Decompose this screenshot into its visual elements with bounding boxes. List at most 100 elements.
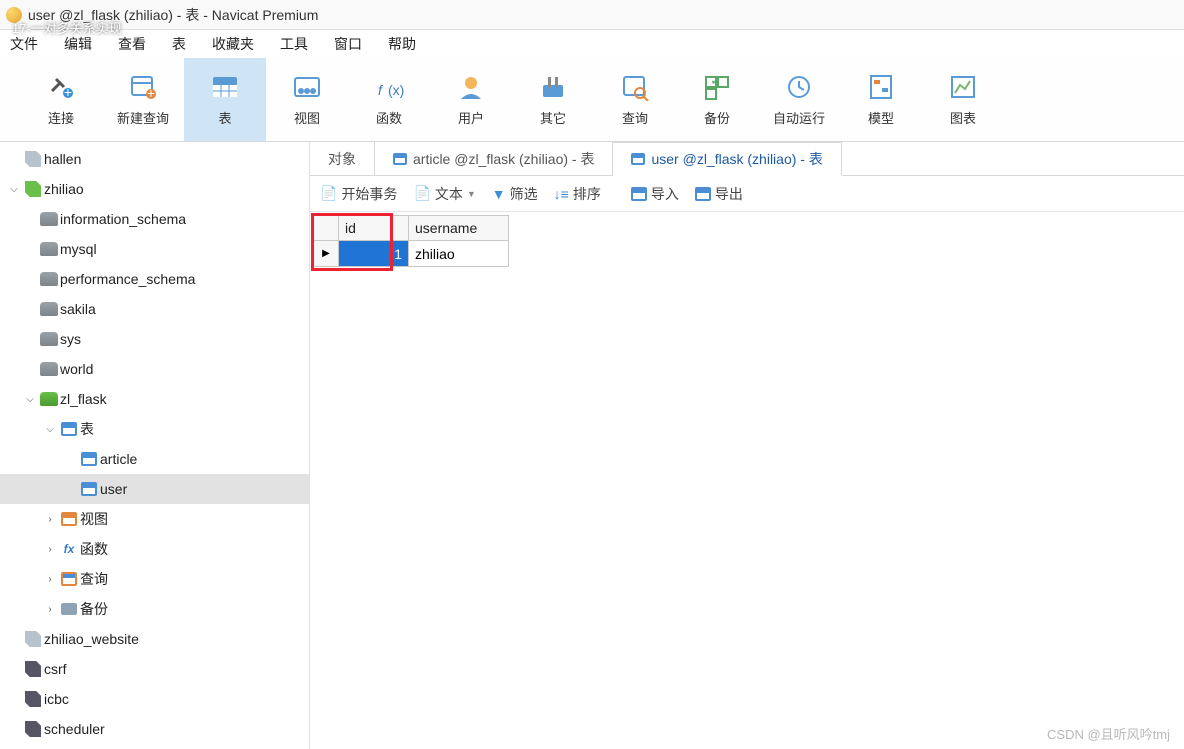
toolbar-label: 用户	[458, 108, 484, 127]
toolbar-user-button[interactable]: 用户	[430, 58, 512, 141]
user-icon	[454, 72, 488, 102]
toolbar-label: 自动运行	[773, 108, 825, 127]
tree-node-icon	[22, 631, 44, 647]
text-mode-button[interactable]: 📄 文本 ▼	[413, 184, 475, 204]
tree-node-icon	[58, 572, 80, 586]
toolbar-other-button[interactable]: 其它	[512, 58, 594, 141]
toolbar-label: 表	[218, 108, 231, 127]
tree-item-performance-schema[interactable]: performance_schema	[0, 264, 309, 294]
tree-item-csrf[interactable]: csrf	[0, 654, 309, 684]
expander-icon[interactable]: ›	[42, 574, 58, 585]
tree-node-label: article	[100, 451, 137, 467]
chart-icon	[946, 72, 980, 102]
toolbar-label: 连接	[48, 108, 74, 127]
tree-node-icon	[38, 242, 60, 256]
main-panel: 对象 article @zl_flask (zhiliao) - 表 user @z…	[310, 142, 1184, 749]
toolbar-plug-button[interactable]: +连接	[20, 58, 102, 141]
expander-icon[interactable]: ›	[42, 544, 58, 555]
menu-view[interactable]: 查看	[118, 34, 146, 54]
toolbar-query-button[interactable]: 查询	[594, 58, 676, 141]
auto-icon	[782, 72, 816, 102]
tree-item-mysql[interactable]: mysql	[0, 234, 309, 264]
cell-id[interactable]: 1	[339, 241, 409, 267]
column-header-username[interactable]: username	[409, 215, 509, 241]
column-header-id[interactable]: id	[339, 215, 409, 241]
toolbar-fx-button[interactable]: f(x)函数	[348, 58, 430, 141]
tree-item-zhiliao[interactable]: ⌵ zhiliao	[0, 174, 309, 204]
expander-icon[interactable]: ›	[42, 604, 58, 615]
tree-item-user[interactable]: user	[0, 474, 309, 504]
tree-node-label: icbc	[44, 691, 69, 707]
tab-user--zl-flask--zhil[interactable]: user @zl_flask (zhiliao) - 表	[613, 142, 841, 176]
tree-node-label: sakila	[60, 301, 96, 317]
tab-label: article @zl_flask (zhiliao) - 表	[413, 149, 594, 169]
tree-item-sakila[interactable]: sakila	[0, 294, 309, 324]
menu-table[interactable]: 表	[172, 34, 186, 54]
expander-icon[interactable]: ›	[42, 514, 58, 525]
menu-edit[interactable]: 编辑	[64, 34, 92, 54]
tree-item-icbc[interactable]: icbc	[0, 684, 309, 714]
menu-help[interactable]: 帮助	[388, 34, 416, 54]
tree-node-label: user	[100, 481, 127, 497]
filter-button[interactable]: ▼ 筛选	[492, 184, 538, 204]
menu-tools[interactable]: 工具	[280, 34, 308, 54]
svg-text:f: f	[378, 82, 384, 98]
filter-icon: ▼	[492, 186, 506, 202]
tab---[interactable]: 对象	[310, 142, 375, 175]
tree-node-label: 函数	[80, 539, 108, 559]
tree-item--[interactable]: ⌵表	[0, 414, 309, 444]
menu-file[interactable]: 文件	[10, 34, 38, 54]
expander-icon[interactable]: ⌵	[42, 424, 58, 435]
svg-text:✓: ✓	[710, 73, 722, 88]
tree-node-label: zhiliao	[44, 181, 84, 197]
sort-button[interactable]: ↓≡ 排序	[554, 184, 601, 204]
toolbar-label: 图表	[950, 108, 976, 127]
window-titlebar: user @zl_flask (zhiliao) - 表 - Navicat P…	[0, 0, 1184, 30]
tree-node-label: information_schema	[60, 211, 186, 227]
tab-label: 对象	[328, 149, 356, 169]
cell-username[interactable]: zhiliao	[409, 241, 509, 267]
table-icon	[208, 72, 242, 102]
toolbar-view-button[interactable]: 视图	[266, 58, 348, 141]
export-button[interactable]: 导出	[695, 184, 743, 204]
tree-node-label: 备份	[80, 599, 108, 619]
menu-favorites[interactable]: 收藏夹	[212, 34, 254, 54]
toolbar-backup-button[interactable]: ✓备份	[676, 58, 758, 141]
tree-item-information-schema[interactable]: information_schema	[0, 204, 309, 234]
row-selector-header[interactable]	[313, 215, 339, 241]
toolbar-chart-button[interactable]: 图表	[922, 58, 1004, 141]
tree-item-scheduler[interactable]: scheduler	[0, 714, 309, 744]
table-row[interactable]: ▶ 1 zhiliao	[313, 241, 1184, 267]
tree-item-sys[interactable]: sys	[0, 324, 309, 354]
row-selector[interactable]: ▶	[313, 241, 339, 267]
tree-item-world[interactable]: world	[0, 354, 309, 384]
table-icon	[393, 153, 407, 165]
expander-icon[interactable]: ⌵	[22, 394, 38, 405]
tree-node-icon: fx	[58, 542, 80, 556]
grid-header-row: id username	[313, 215, 1184, 241]
toolbar-auto-button[interactable]: 自动运行	[758, 58, 840, 141]
tree-item---[interactable]: ›视图	[0, 504, 309, 534]
tree-item-zhiliao-website[interactable]: zhiliao_website	[0, 624, 309, 654]
tree-node-label: 查询	[80, 569, 108, 589]
toolbar-model-button[interactable]: 模型	[840, 58, 922, 141]
expander-icon[interactable]: ⌵	[6, 184, 22, 195]
tree-node-icon	[38, 332, 60, 346]
tree-item---[interactable]: ›fx函数	[0, 534, 309, 564]
import-button[interactable]: 导入	[631, 184, 679, 204]
tree-node-label: sys	[60, 331, 81, 347]
toolbar-table-button[interactable]: 表	[184, 58, 266, 141]
tree-item---[interactable]: › 查询	[0, 564, 309, 594]
other-icon	[536, 72, 570, 102]
begin-transaction-button[interactable]: 📄 开始事务	[320, 184, 397, 204]
export-icon	[695, 187, 711, 201]
tab-article--zl-flask--z[interactable]: article @zl_flask (zhiliao) - 表	[375, 142, 613, 175]
tree-item-article[interactable]: article	[0, 444, 309, 474]
data-grid[interactable]: id username ▶ 1 zhiliao	[310, 212, 1184, 267]
toolbar-newquery-button[interactable]: +新建查询	[102, 58, 184, 141]
tree-item---[interactable]: › 备份	[0, 594, 309, 624]
tree-item-hallen[interactable]: hallen	[0, 144, 309, 174]
menu-window[interactable]: 窗口	[334, 34, 362, 54]
connection-tree[interactable]: hallen ⌵ zhiliao information_schemamysqlper…	[0, 142, 310, 749]
tree-item-zl-flask[interactable]: ⌵zl_flask	[0, 384, 309, 414]
